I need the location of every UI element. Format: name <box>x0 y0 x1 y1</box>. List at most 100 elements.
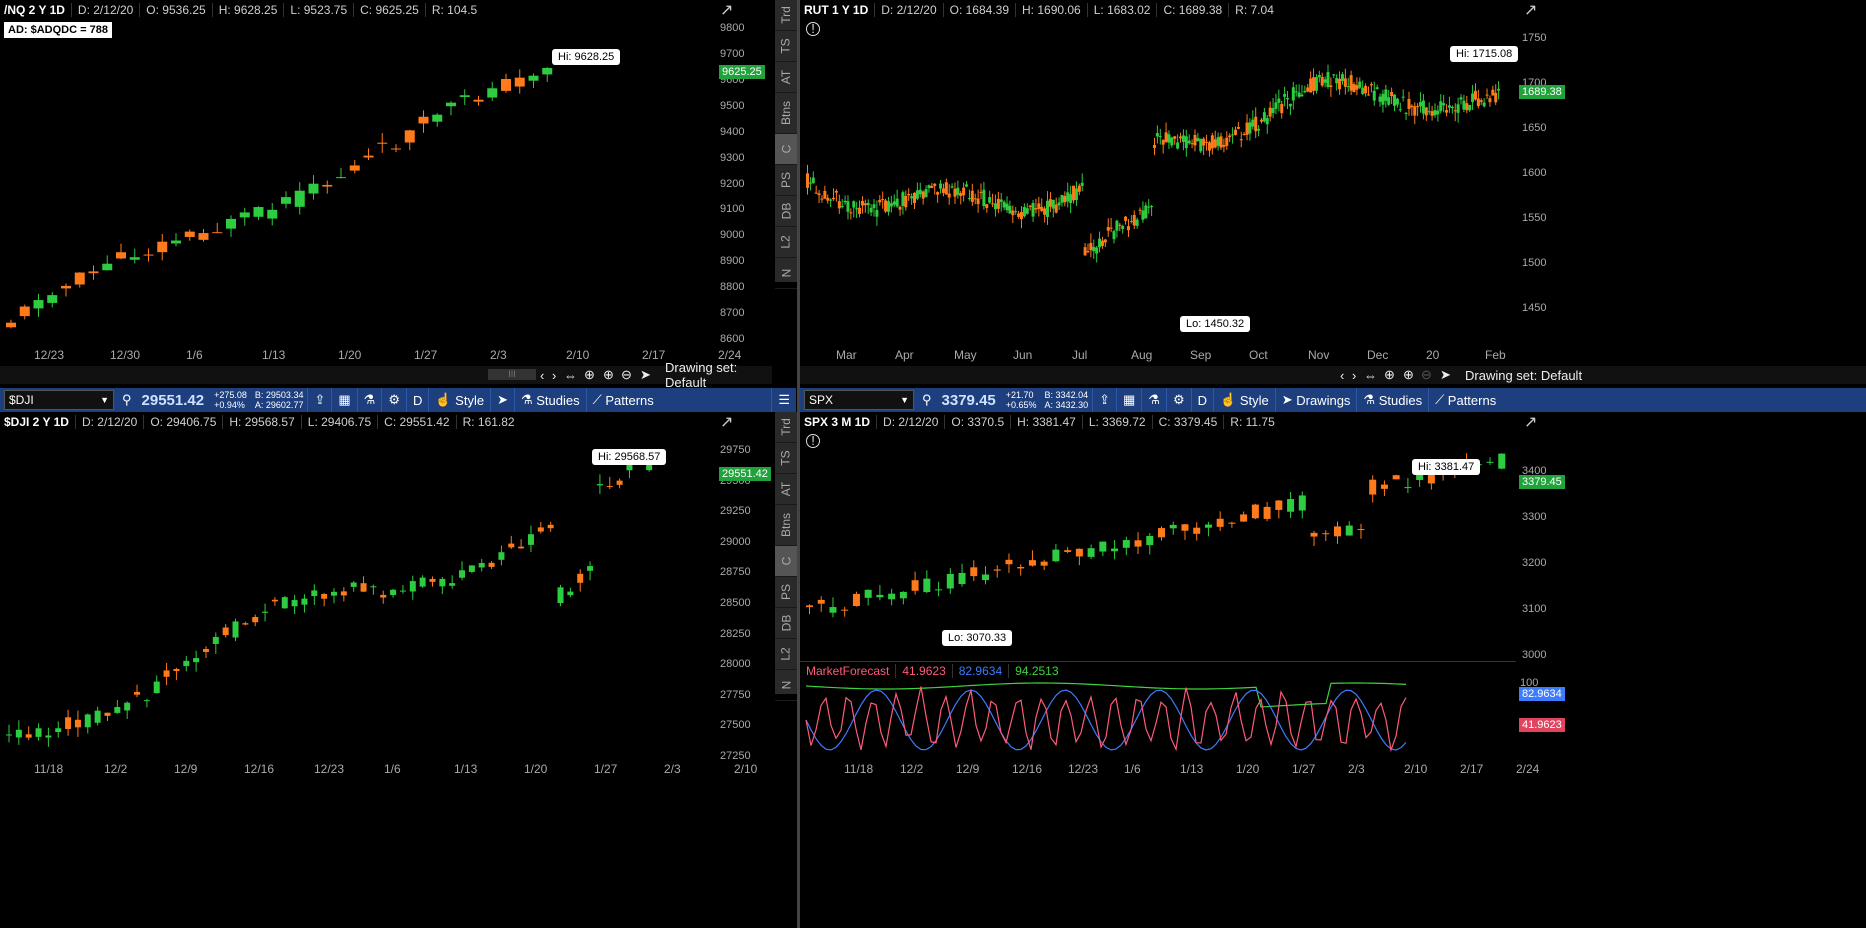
chart-style-icon[interactable]: ↗ <box>1524 0 1537 20</box>
symbol-input-value: $DJI <box>9 393 34 407</box>
x-tick-label: 2/17 <box>642 348 666 362</box>
aggregation-button[interactable]: D <box>405 388 428 412</box>
aggregation-button[interactable]: D <box>1190 388 1213 412</box>
chart-pane-rut[interactable]: RUT 1 Y 1D D: 2/12/20 O: 1684.39 H: 1690… <box>800 0 1866 366</box>
close-field: C: 3379.45 <box>1151 415 1224 429</box>
scroll-right-icon[interactable]: › <box>552 368 556 383</box>
crosshair-icon[interactable]: ⊕ <box>584 367 595 383</box>
chart-pane-nq[interactable]: /NQ 2 Y 1D D: 2/12/20 O: 9536.25 H: 9628… <box>0 0 772 366</box>
chart-pane-spx[interactable]: SPX 3 M 1D D: 2/12/20 O: 3370.5 H: 3381.… <box>800 412 1866 928</box>
candle <box>907 188 911 201</box>
candle <box>1144 202 1148 219</box>
chart-symbol[interactable]: /NQ 2 Y 1D <box>0 3 71 17</box>
sidebar-tab-c[interactable]: C <box>775 546 797 577</box>
patterns-button[interactable]: ⟋ Patterns <box>1428 388 1502 412</box>
scroll-left-icon[interactable]: ‹ <box>1340 368 1344 383</box>
sidebar-tab-label: TS <box>779 38 793 54</box>
chart-symbol[interactable]: SPX 3 M 1D <box>800 415 876 429</box>
candle <box>933 183 937 195</box>
sidebar-tab-trd[interactable]: Trd <box>775 412 797 443</box>
cursor-icon[interactable]: ➤ <box>1440 367 1451 383</box>
candle <box>846 195 850 220</box>
candle <box>360 576 367 592</box>
sidebar-tab-ps[interactable]: PS <box>775 165 797 196</box>
symbol-input[interactable]: SPX ▼ <box>804 390 914 410</box>
sidebar-tab-l2[interactable]: L2 <box>775 227 797 258</box>
crosshair-icon[interactable]: ⊕ <box>1384 367 1395 383</box>
sidebar-tab-db[interactable]: DB <box>775 608 797 639</box>
candle <box>239 207 250 226</box>
candle <box>557 584 564 607</box>
style-button[interactable]: ☝ Style <box>428 388 490 412</box>
candle <box>143 248 154 262</box>
sidebar-tab-trd[interactable]: Trd <box>775 0 797 31</box>
sidebar-tab-ts[interactable]: TS <box>775 443 797 474</box>
drawings-button[interactable]: ➤ Drawings <box>1274 388 1357 412</box>
change-block: +275.08 +0.94% <box>210 390 251 410</box>
zoom-out-icon[interactable]: ⊖ <box>1421 367 1432 383</box>
share-icon[interactable]: ⇪ <box>1092 388 1116 412</box>
chart-style-icon[interactable]: ↗ <box>720 412 733 432</box>
candle <box>1100 236 1104 249</box>
candle <box>1310 530 1318 547</box>
flask-icon: ⚗ <box>1363 392 1379 407</box>
sidebar-tab-n[interactable]: N <box>775 258 797 289</box>
sidebar-tab-btns[interactable]: Btns <box>775 93 797 134</box>
zoom-in-icon[interactable]: ⊕ <box>603 367 614 383</box>
symbol-toolbar-right: SPX ▼ ⚲ 3379.45 +21.70 +0.65% B: 3342.04 A:… <box>800 388 1866 412</box>
scroll-right-icon[interactable]: › <box>1352 368 1356 383</box>
flask-icon[interactable]: ⚗ <box>356 388 382 412</box>
sidebar-tab-ps[interactable]: PS <box>775 577 797 608</box>
sidebar-tab-c[interactable]: C <box>775 134 797 165</box>
chart-pane-dji[interactable]: $DJI 2 Y 1D D: 2/12/20 O: 29406.75 H: 29… <box>0 412 772 928</box>
sidebar-tab-at[interactable]: AT <box>775 62 797 93</box>
style-button[interactable]: ☝ Style <box>1213 388 1275 412</box>
pane-divider[interactable] <box>797 0 800 928</box>
zoom-out-icon[interactable]: ⊖ <box>621 367 632 383</box>
calendar-icon[interactable]: ▦ <box>1116 388 1141 412</box>
zoom-in-icon[interactable]: ⊕ <box>1403 367 1414 383</box>
chart-style-icon[interactable]: ↗ <box>720 0 733 20</box>
drawing-set-selector[interactable]: Drawing set: Default <box>1465 368 1582 383</box>
x-tick-label: 12/16 <box>244 762 275 776</box>
gear-icon[interactable]: ⚙ <box>1165 388 1191 412</box>
sidebar-tab-btns[interactable]: Btns <box>775 505 797 546</box>
sidebar-tab-n[interactable]: N <box>775 670 797 701</box>
scroll-left-icon[interactable]: ‹ <box>540 368 544 383</box>
chevron-down-icon[interactable]: ▼ <box>900 395 909 405</box>
symbol-input[interactable]: $DJI ▼ <box>4 390 114 410</box>
candle <box>1207 140 1211 157</box>
link-icon[interactable]: ⚲ <box>118 392 136 408</box>
link-icon[interactable]: ⚲ <box>918 392 936 408</box>
studies-button[interactable]: ⚗ Studies <box>513 388 586 412</box>
calendar-icon[interactable]: ▦ <box>331 388 356 412</box>
share-icon[interactable]: ⇪ <box>307 388 331 412</box>
menu-icon[interactable]: ☰ <box>771 388 796 412</box>
gear-icon[interactable]: ⚙ <box>381 388 406 412</box>
study-name[interactable]: MarketForecast <box>800 664 895 678</box>
candle <box>1121 224 1125 234</box>
scrollbar-thumb[interactable]: III <box>488 369 536 380</box>
studies-button[interactable]: ⚗ Studies <box>1356 388 1428 412</box>
sidebar-tab-l2[interactable]: L2 <box>775 639 797 670</box>
expand-icon[interactable]: ⇔ <box>1364 368 1377 383</box>
candle <box>950 183 954 189</box>
chart-symbol[interactable]: RUT 1 Y 1D <box>800 3 874 17</box>
chart-symbol[interactable]: $DJI 2 Y 1D <box>0 415 75 429</box>
flask-icon[interactable]: ⚗ <box>1141 388 1166 412</box>
cursor-icon[interactable]: ➤ <box>640 367 651 383</box>
x-tick-label: 1/13 <box>262 348 286 362</box>
cursor-button[interactable]: ➤ <box>490 388 514 412</box>
candle <box>171 233 181 247</box>
sidebar-tab-ts[interactable]: TS <box>775 31 797 62</box>
drawing-set-selector[interactable]: Drawing set: Default <box>665 360 772 390</box>
expand-icon[interactable]: ⇔ <box>564 368 577 383</box>
patterns-button[interactable]: ⟋ Patterns <box>585 388 660 412</box>
chart-style-icon[interactable]: ↗ <box>1524 412 1537 432</box>
chevron-down-icon[interactable]: ▼ <box>100 395 109 405</box>
sidebar-tab-db[interactable]: DB <box>775 196 797 227</box>
candle <box>1387 89 1391 107</box>
x-tick-label: 1/20 <box>524 762 548 776</box>
chart-header: RUT 1 Y 1D D: 2/12/20 O: 1684.39 H: 1690… <box>800 0 1280 20</box>
sidebar-tab-at[interactable]: AT <box>775 474 797 505</box>
